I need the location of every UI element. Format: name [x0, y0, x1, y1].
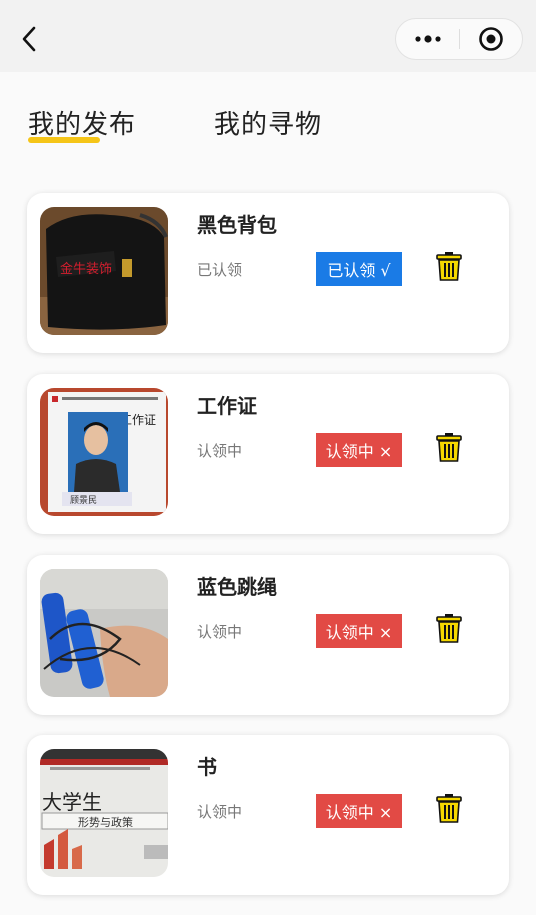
more-dots-icon: [414, 35, 441, 43]
chevron-left-icon: [22, 26, 36, 52]
claim-status-button[interactable]: 认领中 ×: [316, 433, 402, 467]
delete-button[interactable]: [433, 791, 465, 825]
main-content: 我的发布 我的寻物 金牛装饰 黑色背包 已认领 已认领 √ 工作证 顾景民 工作…: [0, 72, 536, 915]
item-status-text: 认领中: [197, 442, 243, 460]
trash-icon: [436, 433, 462, 462]
item-image: 大学生 形势与政策: [40, 749, 168, 877]
item-title: 蓝色跳绳: [197, 575, 277, 599]
black-backpack-photo: 金牛装饰: [40, 207, 168, 335]
item-card[interactable]: 蓝色跳绳 认领中 认领中 ×: [27, 555, 509, 715]
more-button[interactable]: [396, 19, 459, 59]
trash-icon: [436, 794, 462, 823]
item-status-text: 已认领: [197, 261, 243, 279]
item-card[interactable]: 大学生 形势与政策 书 认领中 认领中 ×: [27, 735, 509, 895]
item-card[interactable]: 工作证 顾景民 工作证 认领中 认领中 ×: [27, 374, 509, 534]
target-circle-icon: [479, 27, 503, 51]
svg-text:大学生: 大学生: [42, 790, 102, 814]
item-image: 金牛装饰: [40, 207, 168, 335]
delete-button[interactable]: [433, 249, 465, 283]
trash-icon: [436, 252, 462, 281]
tab-my-posts[interactable]: 我的发布: [28, 104, 136, 141]
item-status-text: 认领中: [197, 623, 243, 641]
claim-status-button[interactable]: 认领中 ×: [316, 614, 402, 648]
item-image: [40, 569, 168, 697]
item-title: 工作证: [197, 394, 257, 418]
item-title: 黑色背包: [197, 213, 277, 237]
book-photo: 大学生 形势与政策: [40, 749, 168, 877]
trash-icon: [436, 614, 462, 643]
item-image: 工作证 顾景民: [40, 388, 168, 516]
close-program-button[interactable]: [460, 19, 522, 59]
item-card[interactable]: 金牛装饰 黑色背包 已认领 已认领 √: [27, 193, 509, 353]
capsule-menu: [395, 18, 523, 60]
claim-status-button[interactable]: 已认领 √: [316, 252, 402, 286]
blue-jump-rope-photo: [40, 569, 168, 697]
claim-status-button[interactable]: 认领中 ×: [316, 794, 402, 828]
tab-my-search[interactable]: 我的寻物: [214, 104, 322, 141]
item-title: 书: [197, 755, 217, 779]
active-tab-indicator: [28, 137, 100, 143]
item-status-text: 认领中: [197, 803, 243, 821]
mini-program-nav-bar: [0, 0, 536, 72]
back-button[interactable]: [14, 22, 44, 56]
svg-text:金牛装饰: 金牛装饰: [60, 261, 112, 277]
work-id-card-photo: 工作证 顾景民: [40, 388, 168, 516]
svg-text:顾景民: 顾景民: [70, 495, 97, 506]
delete-button[interactable]: [433, 611, 465, 645]
svg-text:形势与政策: 形势与政策: [78, 815, 133, 829]
delete-button[interactable]: [433, 430, 465, 464]
